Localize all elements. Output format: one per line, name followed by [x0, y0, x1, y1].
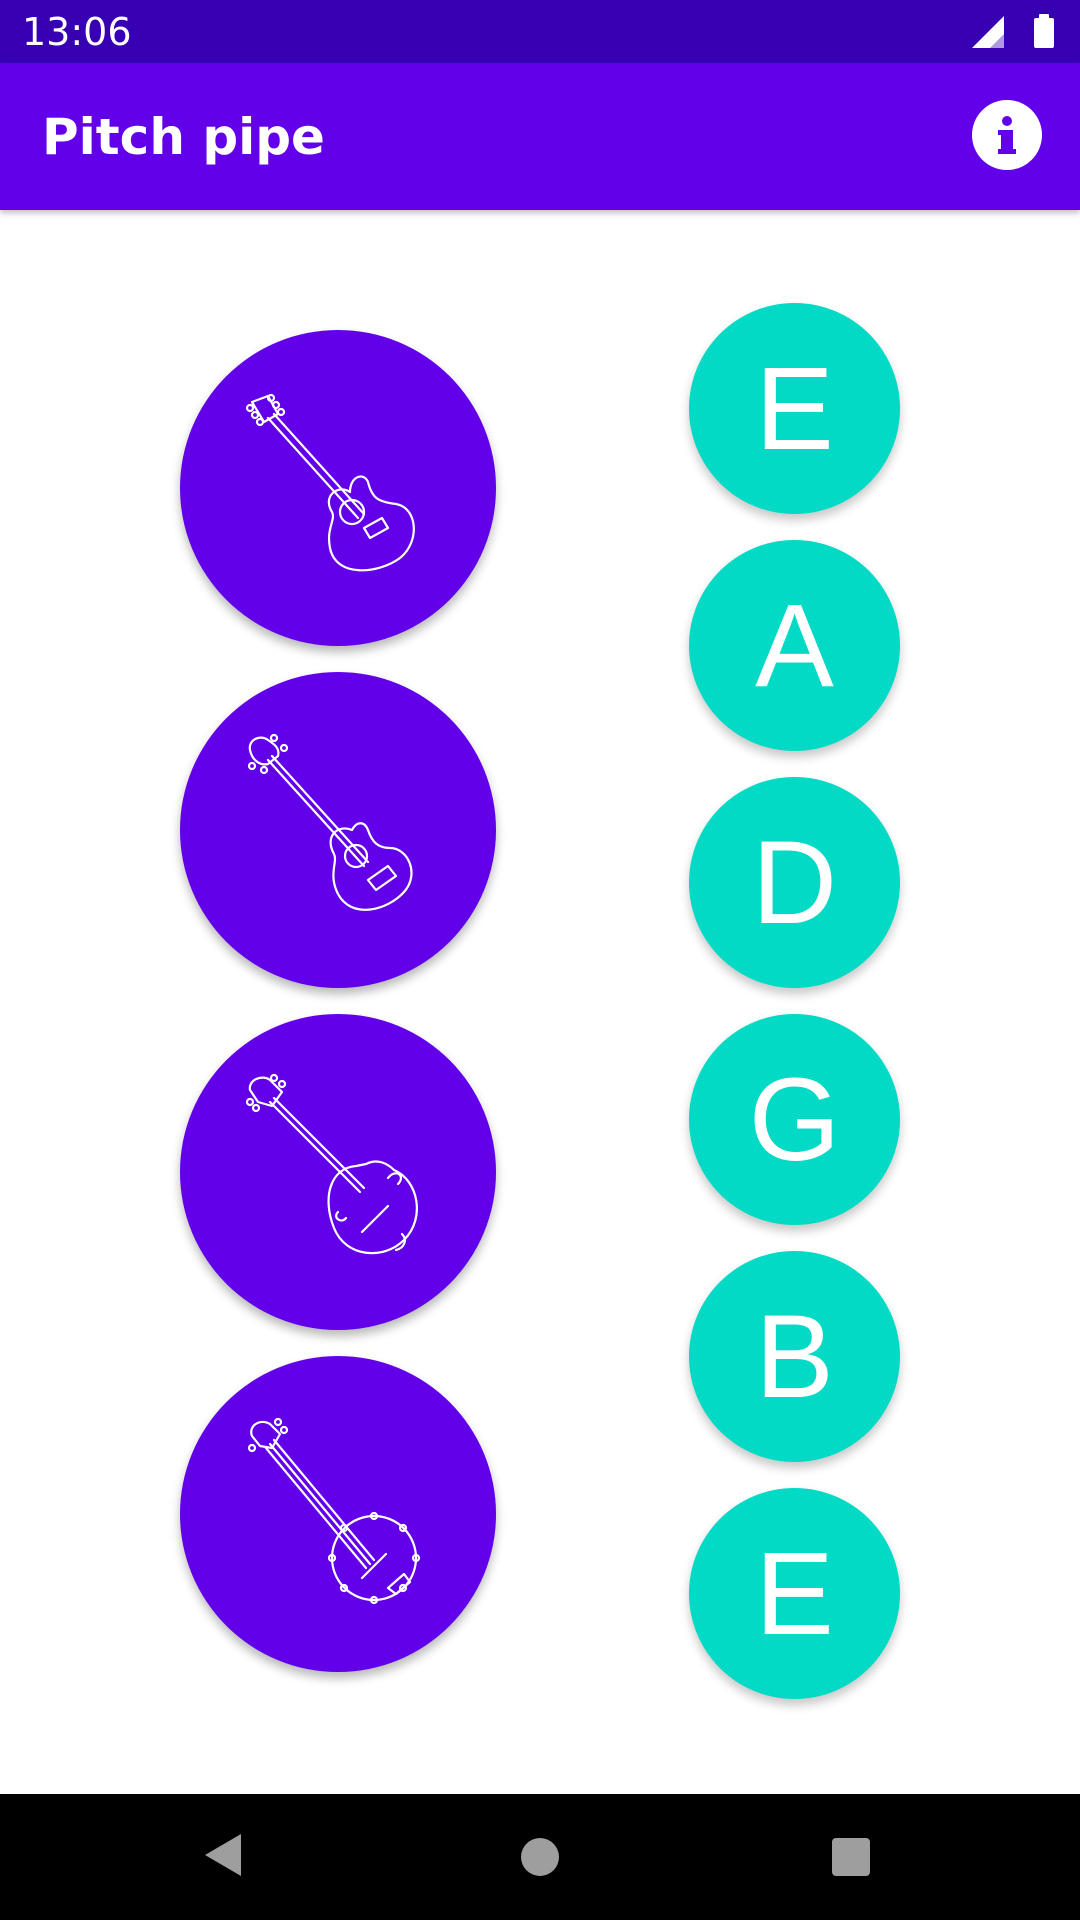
app-bar: Pitch pipe	[0, 63, 1080, 210]
note-label: G	[748, 1053, 841, 1186]
note-label: A	[755, 579, 834, 712]
info-icon	[998, 116, 1016, 154]
note-button-b[interactable]: B	[689, 1251, 900, 1462]
note-label: D	[751, 816, 838, 949]
info-button[interactable]	[972, 100, 1042, 170]
mandolin-icon	[245, 1073, 418, 1255]
banjo-icon	[247, 1417, 421, 1605]
home-icon[interactable]	[521, 1838, 559, 1876]
back-icon[interactable]	[203, 1832, 243, 1878]
ukulele-button[interactable]	[180, 672, 496, 988]
note-button-e-high[interactable]: E	[689, 1488, 900, 1699]
ukulele-icon	[247, 733, 413, 911]
app-title: Pitch pipe	[42, 108, 325, 166]
guitar-button[interactable]	[180, 330, 496, 646]
status-bar: 13:06	[0, 0, 1080, 63]
signal-icon	[972, 16, 1004, 48]
note-label: E	[755, 1527, 834, 1660]
note-label: E	[755, 342, 834, 475]
status-icons	[970, 14, 1060, 50]
content-area: E A D G B E	[0, 210, 1080, 1794]
note-label: B	[755, 1290, 834, 1423]
battery-icon	[1034, 14, 1054, 48]
status-time: 13:06	[22, 10, 132, 54]
recents-icon[interactable]	[832, 1838, 870, 1876]
guitar-icon	[245, 393, 415, 572]
note-button-d[interactable]: D	[689, 777, 900, 988]
signal-battery-icons	[972, 14, 1054, 48]
note-button-a[interactable]: A	[689, 540, 900, 751]
mandolin-button[interactable]	[180, 1014, 496, 1330]
note-button-e-low[interactable]: E	[689, 303, 900, 514]
navigation-bar	[0, 1794, 1080, 1920]
note-button-g[interactable]: G	[689, 1014, 900, 1225]
banjo-button[interactable]	[180, 1356, 496, 1672]
